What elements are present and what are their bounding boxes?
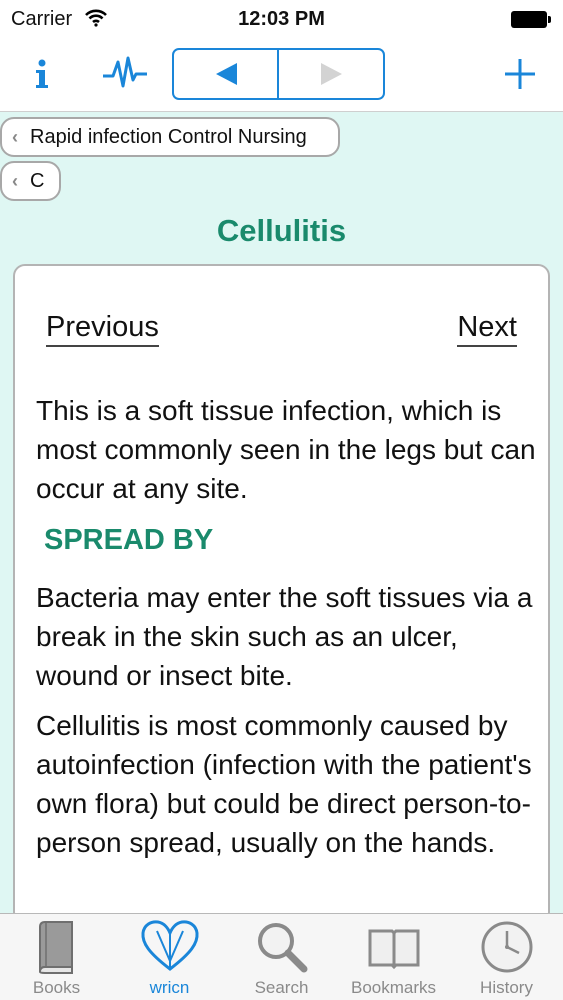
forward-button[interactable] <box>279 50 383 98</box>
section-heading: SPREAD BY <box>44 524 214 556</box>
triangle-left-icon <box>215 63 237 85</box>
intro-paragraph: This is a soft tissue infection, which i… <box>36 395 536 504</box>
pulse-icon <box>103 56 147 88</box>
battery-icon <box>511 11 551 28</box>
chevron-left-icon: ‹ <box>12 126 18 147</box>
tab-wricn[interactable]: wricn <box>113 914 226 1000</box>
clock-icon <box>481 921 532 973</box>
toolbar <box>0 38 563 112</box>
breadcrumb-book[interactable]: ‹ Rapid infection Control Nursing <box>0 117 340 157</box>
tab-books[interactable]: Books <box>0 914 113 1000</box>
spread-paragraph-2: Cellulitis is most commonly caused by au… <box>36 710 532 858</box>
tab-label: Books <box>32 978 81 997</box>
back-button[interactable] <box>174 50 279 98</box>
breadcrumb-label: C <box>30 169 45 192</box>
history-segmented-control <box>172 48 385 100</box>
book-icon <box>38 921 73 974</box>
spread-paragraph-1: Bacteria may enter the soft tissues via … <box>36 582 533 691</box>
breadcrumb-letter[interactable]: ‹ C <box>0 161 61 201</box>
tab-label: Search <box>254 978 309 997</box>
heart-icon <box>140 920 199 971</box>
add-button[interactable] <box>503 57 537 91</box>
tab-bar: Books wricn Search Bookmarks History <box>0 913 563 1000</box>
tab-search[interactable]: Search <box>225 914 338 1000</box>
pulse-button[interactable] <box>101 52 151 92</box>
tab-label: Bookmarks <box>350 978 437 997</box>
clock-time: 12:03 PM <box>238 8 325 30</box>
next-link[interactable]: Next <box>457 311 517 347</box>
status-bar: Carrier 12:03 PM <box>0 0 563 38</box>
page-title: Cellulitis <box>216 213 347 248</box>
info-icon <box>36 59 48 88</box>
breadcrumb-label: Rapid infection Control Nursing <box>30 125 307 148</box>
plus-icon <box>505 59 535 89</box>
tab-label: History <box>480 978 533 997</box>
triangle-right-icon <box>321 63 342 85</box>
magnifier-icon <box>257 923 307 973</box>
info-button[interactable] <box>30 54 54 92</box>
previous-link[interactable]: Previous <box>46 311 159 347</box>
tab-history[interactable]: History <box>450 914 563 1000</box>
tab-bookmarks[interactable]: Bookmarks <box>337 914 450 1000</box>
tab-label: wricn <box>149 978 190 997</box>
content-card: Previous Next This is a soft tissue infe… <box>13 264 550 924</box>
pagination-row: Previous Next <box>15 311 548 356</box>
open-book-icon <box>368 929 419 970</box>
chevron-left-icon: ‹ <box>12 170 18 191</box>
